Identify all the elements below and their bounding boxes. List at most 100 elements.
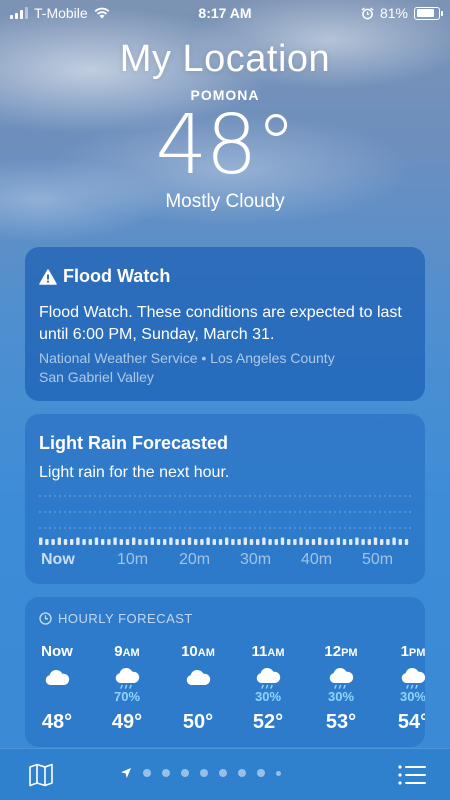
precip-chance: 30% bbox=[254, 689, 282, 704]
precip-bar bbox=[324, 539, 328, 545]
page-dot[interactable] bbox=[257, 769, 265, 777]
precip-bar bbox=[63, 539, 68, 545]
precip-bar bbox=[349, 539, 353, 545]
precip-bar bbox=[243, 537, 247, 545]
precip-bar bbox=[287, 539, 291, 545]
precip-bar bbox=[218, 539, 223, 545]
hour-suffix: AM bbox=[122, 647, 140, 659]
precip-bar bbox=[262, 537, 266, 545]
precipitation-card[interactable]: Light Rain Forecasted Light rain for the… bbox=[25, 414, 425, 584]
precip-bar bbox=[88, 539, 92, 545]
clock-icon bbox=[39, 612, 52, 625]
precip-bar bbox=[311, 539, 316, 545]
precip-bar bbox=[355, 537, 359, 545]
precip-chance: 70% bbox=[113, 689, 141, 704]
precip-bar bbox=[392, 537, 396, 545]
page-dot[interactable] bbox=[181, 769, 189, 777]
cloud-rain-icon: 30% bbox=[238, 665, 298, 705]
alert-source-line: National Weather Service • Los Angeles C… bbox=[39, 350, 335, 366]
map-icon[interactable] bbox=[28, 763, 54, 787]
page-dot[interactable] bbox=[219, 769, 227, 777]
precip-bar bbox=[200, 539, 204, 545]
hour-temperature: 53° bbox=[325, 711, 357, 733]
precip-bar bbox=[212, 539, 216, 545]
precip-bar bbox=[175, 539, 179, 545]
precip-time-axis: Now 10m 20m 30m 40m 50m bbox=[39, 551, 411, 573]
hour-time: 1PM bbox=[400, 643, 425, 660]
bottom-toolbar bbox=[0, 748, 450, 800]
location-arrow-icon[interactable] bbox=[120, 767, 132, 779]
precip-bar bbox=[373, 537, 378, 545]
hour-suffix: PM bbox=[408, 647, 425, 659]
hour-time: 12PM bbox=[324, 643, 358, 660]
precip-bar bbox=[107, 539, 111, 545]
precip-chance: 30% bbox=[399, 689, 425, 704]
hour-item: Now 48° bbox=[27, 643, 87, 734]
status-right: 81% bbox=[361, 5, 443, 21]
hour-temperature: 50° bbox=[182, 711, 214, 733]
precip-bar bbox=[237, 539, 241, 545]
precip-bar bbox=[274, 539, 278, 545]
precip-bar bbox=[380, 539, 384, 545]
precip-bar bbox=[231, 539, 235, 545]
cloud-icon bbox=[168, 665, 228, 705]
precip-bar bbox=[305, 539, 309, 545]
precip-bar bbox=[330, 539, 334, 545]
precip-bar bbox=[268, 539, 272, 545]
precip-bar bbox=[361, 539, 365, 545]
page-dot[interactable] bbox=[238, 769, 246, 777]
precip-bar bbox=[386, 539, 390, 545]
precip-time-label: Now bbox=[41, 551, 75, 568]
precip-bar bbox=[398, 539, 402, 545]
hour-temperature: 48° bbox=[41, 711, 73, 733]
alarm-icon bbox=[361, 6, 374, 19]
hour-item: 12PM 30% 53° bbox=[311, 643, 371, 734]
precip-bar bbox=[367, 539, 371, 545]
precip-bar bbox=[293, 539, 297, 545]
location-title: My Location bbox=[119, 38, 331, 80]
precip-bar bbox=[404, 539, 409, 545]
precip-bar bbox=[138, 539, 142, 545]
hour-time: Now bbox=[41, 643, 73, 660]
precip-bar bbox=[150, 537, 154, 545]
precip-bar bbox=[163, 539, 167, 545]
cloud-icon bbox=[27, 665, 87, 705]
precip-bar bbox=[169, 537, 173, 545]
precip-bar bbox=[249, 539, 254, 545]
hour-item: 11AM 30% 52° bbox=[238, 643, 298, 734]
precip-bar bbox=[187, 537, 192, 545]
cloud-rain-icon: 30% bbox=[311, 665, 371, 705]
page-indicator[interactable] bbox=[120, 767, 281, 779]
current-temperature: 48° bbox=[155, 98, 296, 193]
precip-bar bbox=[225, 537, 229, 545]
hour-time: 9AM bbox=[114, 643, 140, 660]
precip-bar bbox=[113, 537, 117, 545]
severe-weather-card[interactable]: Flood Watch Flood Watch. These condition… bbox=[25, 247, 425, 401]
precip-bar bbox=[119, 539, 123, 545]
battery-percent: 81% bbox=[379, 5, 408, 21]
page-dot[interactable] bbox=[143, 769, 151, 777]
alert-source: National Weather Service • Los Angeles C… bbox=[39, 349, 415, 387]
hourly-heading: HOURLY FORECAST bbox=[39, 611, 193, 626]
page-dot[interactable] bbox=[200, 769, 208, 777]
alert-title-row: Flood Watch bbox=[39, 266, 170, 287]
location-header: My Location POMONA 48° Mostly Cloudy bbox=[0, 38, 450, 213]
page-dot[interactable] bbox=[162, 769, 170, 777]
current-condition: Mostly Cloudy bbox=[165, 191, 285, 212]
precip-bar bbox=[181, 539, 185, 545]
precip-time-label: 50m bbox=[362, 551, 394, 568]
hourly-heading-label: HOURLY FORECAST bbox=[58, 611, 193, 626]
hour-item: 9AM 70% 49° bbox=[97, 643, 157, 734]
precip-bar bbox=[256, 539, 260, 545]
list-icon[interactable] bbox=[398, 765, 426, 785]
hour-item: 1PM 30% 54° bbox=[383, 643, 425, 734]
precip-bar bbox=[299, 537, 303, 545]
cloud-rain-icon: 70% bbox=[97, 665, 157, 705]
hour-time: 11AM bbox=[251, 643, 285, 660]
precip-bar bbox=[318, 537, 322, 545]
page-dot[interactable] bbox=[276, 770, 281, 776]
warning-icon bbox=[39, 268, 57, 285]
precip-bar bbox=[132, 537, 136, 545]
alert-region-line: San Gabriel Valley bbox=[39, 369, 154, 385]
hourly-forecast-card[interactable]: HOURLY FORECAST Now 48° 9AM 70% 49° 10AM 50° 11… bbox=[25, 597, 425, 747]
